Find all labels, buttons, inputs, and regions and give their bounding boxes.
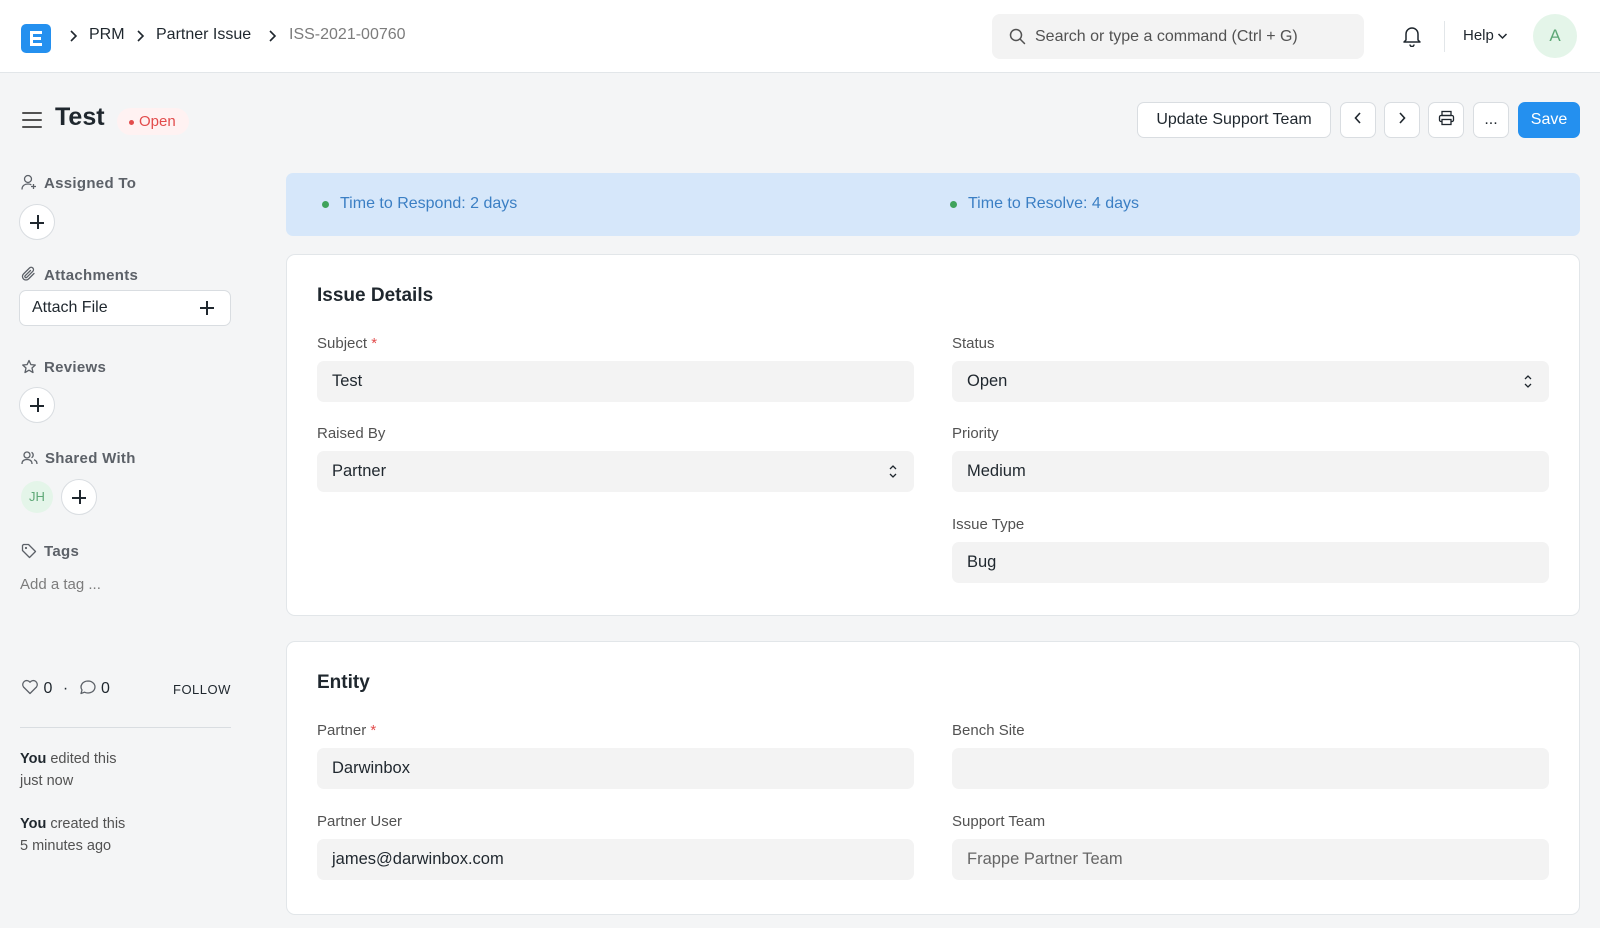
status-badge: Open [117,108,189,135]
entity-section: Entity Partner * Darwinbox Bench Site Pa… [286,641,1580,915]
comment-icon[interactable] [79,679,97,696]
reviews-label: Reviews [44,359,107,376]
priority-input[interactable]: Medium [952,451,1549,492]
chevron-left-icon [1354,112,1361,124]
add-assignee-button[interactable] [19,204,55,240]
section-title: Entity [317,672,370,693]
activity-actor: You [20,816,47,832]
section-title: Issue Details [317,285,434,306]
add-review-button[interactable] [19,387,55,423]
chevron-right-icon [1399,112,1406,124]
sla-banner: Time to Respond: 2 days Time to Resolve:… [286,173,1580,236]
search-input[interactable] [1035,14,1350,59]
navbar: PRM Partner Issue ISS-2021-00760 Help A [0,0,1600,73]
chevron-right-icon [137,30,145,42]
chevron-right-icon [269,30,277,42]
attachments-heading: Attachments [21,266,139,284]
attach-file-button[interactable]: Attach File [19,290,231,326]
sidebar-divider [20,727,231,728]
plus-icon [200,301,214,315]
subject-input[interactable]: Test [317,361,914,402]
bench-site-input[interactable] [952,748,1549,789]
support-team-label: Support Team [952,813,1046,830]
time-to-resolve: Time to Resolve: 4 days [949,195,1140,212]
assigned-to-label: Assigned To [44,175,137,192]
more-actions-button[interactable]: ... [1473,102,1509,138]
activity-actor: You [20,751,47,767]
shared-user-avatar[interactable]: JH [21,481,53,513]
next-doc-button[interactable] [1384,102,1420,138]
chevron-right-icon [70,30,78,42]
follow-button[interactable]: FOLLOW [173,682,231,697]
breadcrumb-current-doc[interactable]: ISS-2021-00760 [289,26,406,44]
partner-input[interactable]: Darwinbox [317,748,914,789]
issue-type-label: Issue Type [952,516,1025,533]
tags-heading: Tags [21,543,79,560]
breadcrumb-prm[interactable]: PRM [89,26,125,44]
reviews-heading: Reviews [21,359,106,376]
add-tag-input[interactable]: Add a tag ... [20,576,101,593]
subject-label: Subject * [317,335,378,352]
raised-by-select[interactable]: Partner [317,451,914,492]
printer-icon [1438,111,1454,126]
paperclip-icon [21,266,35,281]
tag-icon [21,543,37,558]
activity-item: You created this 5 minutes ago [20,813,220,857]
print-button[interactable] [1428,102,1464,138]
count-separator: · [62,680,69,697]
activity-text: created this [50,816,126,832]
attach-file-label: Attach File [32,299,108,316]
search-bar[interactable] [992,14,1364,59]
user-avatar[interactable]: A [1533,14,1577,58]
activity-text: edited this [50,751,117,767]
heart-icon[interactable] [21,679,39,695]
support-team-input[interactable]: Frappe Partner Team [952,839,1549,880]
assigned-to-heading: Assigned To [21,174,137,192]
partner-user-input[interactable]: james@darwinbox.com [317,839,914,880]
navbar-divider [1444,21,1445,52]
help-dropdown[interactable]: Help [1463,27,1508,44]
page-title: Test [55,103,105,131]
status-label: Status [952,335,995,352]
update-support-team-button[interactable]: Update Support Team [1137,102,1331,138]
priority-label: Priority [952,425,999,442]
status-value: Open [967,372,1008,390]
activity-time: just now [20,773,74,789]
previous-doc-button[interactable] [1340,102,1376,138]
time-to-respond: Time to Respond: 2 days [321,195,518,212]
select-arrows-icon [889,465,897,478]
app-logo-icon[interactable] [21,24,51,53]
star-icon [22,359,36,373]
add-share-button[interactable] [61,479,97,515]
raised-by-value: Partner [332,462,387,480]
partner-user-label: Partner User [317,813,403,830]
status-select[interactable]: Open [952,361,1549,402]
notification-bell-icon[interactable] [1402,25,1422,47]
sidebar-toggle-icon[interactable] [22,112,42,128]
breadcrumb-partner-issue[interactable]: Partner Issue [156,26,251,44]
tags-label: Tags [44,543,80,560]
activity-item: You edited this just now [20,748,220,792]
shared-with-label: Shared With [45,450,136,467]
engagement-counts: 0 · 0 [21,680,110,698]
bench-site-label: Bench Site [952,722,1025,739]
raised-by-label: Raised By [317,425,386,442]
issue-details-section: Issue Details Subject * Test Status Open… [286,254,1580,616]
comment-count: 0 [101,680,110,697]
search-icon [1009,28,1026,45]
like-count: 0 [43,680,53,697]
users-icon [21,450,38,464]
user-icon [21,174,36,190]
shared-with-heading: Shared With [21,450,136,467]
activity-time: 5 minutes ago [20,838,112,854]
chevron-down-icon [1497,33,1507,40]
attachments-label: Attachments [44,267,139,284]
issue-type-input[interactable]: Bug [952,542,1549,583]
partner-label: Partner * [317,722,377,739]
help-label: Help [1463,27,1494,44]
save-button[interactable]: Save [1518,102,1580,138]
select-arrows-icon [1524,375,1532,388]
